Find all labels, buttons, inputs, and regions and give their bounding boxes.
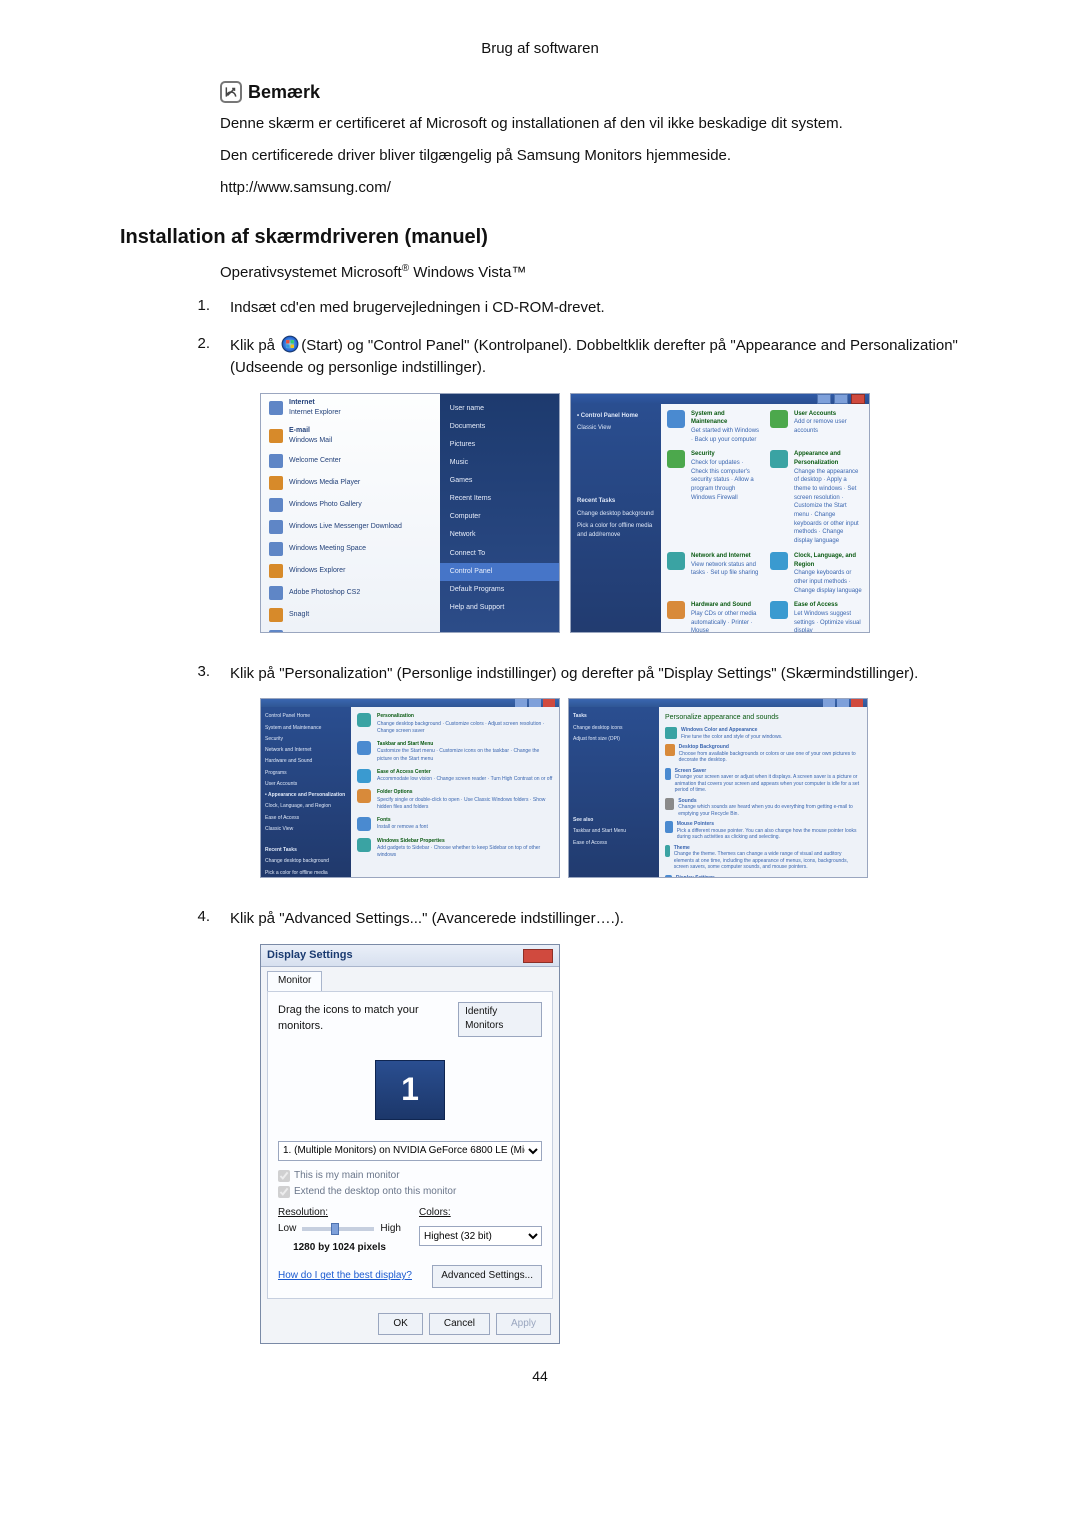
- main-monitor-checkbox: [278, 1170, 290, 1182]
- window-minimize-icon[interactable]: [817, 394, 831, 404]
- window-maximize-icon[interactable]: [834, 394, 848, 404]
- screenshot-personalization-panel: Tasks Change desktop icons Adjust font s…: [568, 698, 868, 878]
- screenshot-appearance-panel: Control Panel Home System and Maintenanc…: [260, 698, 560, 878]
- note-paragraph-2: Den certificerede driver bliver tilgænge…: [220, 145, 940, 167]
- screenshot-display-settings: Display Settings Monitor Drag the icons …: [260, 944, 560, 1344]
- dialog-title: Display Settings: [267, 948, 353, 964]
- step-text-2: Klik på (Start) og "Control Panel" (Kont…: [230, 335, 960, 647]
- note-url: http://www.samsung.com/: [220, 177, 940, 199]
- start-menu-control-panel[interactable]: Control Panel: [440, 563, 559, 581]
- advanced-settings-button[interactable]: Advanced Settings...: [432, 1265, 542, 1288]
- monitor-dropdown[interactable]: 1. (Multiple Monitors) on NVIDIA GeForce…: [278, 1141, 542, 1161]
- resolution-slider[interactable]: [302, 1227, 374, 1231]
- tab-monitor[interactable]: Monitor: [267, 971, 322, 991]
- page-number: 44: [120, 1368, 960, 1384]
- section-heading: Installation af skærmdriveren (manuel): [120, 226, 960, 249]
- step-text-4: Klik på "Advanced Settings..." (Avancere…: [230, 908, 960, 1344]
- step-text-1: Indsæt cd'en med brugervejledningen i CD…: [230, 297, 960, 319]
- step-number-4: 4.: [190, 908, 210, 925]
- step-number-1: 1.: [190, 297, 210, 314]
- step-text-3: Klik på "Personalization" (Personlige in…: [230, 663, 960, 893]
- screenshot-control-panel: • Control Panel Home Classic View Recent…: [570, 393, 870, 633]
- note-label: Bemærk: [248, 82, 320, 103]
- monitor-thumbnail[interactable]: 1: [375, 1060, 445, 1120]
- dialog-close-icon[interactable]: [523, 949, 553, 963]
- identify-monitors-button[interactable]: Identify Monitors: [458, 1002, 542, 1037]
- drag-instruction: Drag the icons to match your monitors.: [278, 1003, 458, 1035]
- apply-button: Apply: [496, 1313, 551, 1336]
- screenshot-start-menu: InternetInternet Explorer E-mailWindows …: [260, 393, 560, 633]
- resolution-value: 1280 by 1024 pixels: [278, 1241, 401, 1256]
- step-number-2: 2.: [190, 335, 210, 352]
- ok-button[interactable]: OK: [378, 1313, 422, 1336]
- colors-dropdown[interactable]: Highest (32 bit): [419, 1226, 542, 1246]
- page-header: Brug af softwaren: [120, 40, 960, 57]
- window-close-icon[interactable]: [851, 394, 865, 404]
- subheading: Operativsystemet Microsoft® Windows Vist…: [220, 263, 960, 281]
- extend-desktop-checkbox: [278, 1186, 290, 1198]
- cancel-button[interactable]: Cancel: [429, 1313, 490, 1336]
- note-paragraph-1: Denne skærm er certificeret af Microsoft…: [220, 113, 940, 135]
- help-link[interactable]: How do I get the best display?: [278, 1269, 412, 1284]
- windows-start-orb-icon: [281, 335, 299, 353]
- note-icon: [220, 81, 242, 103]
- step-number-3: 3.: [190, 663, 210, 680]
